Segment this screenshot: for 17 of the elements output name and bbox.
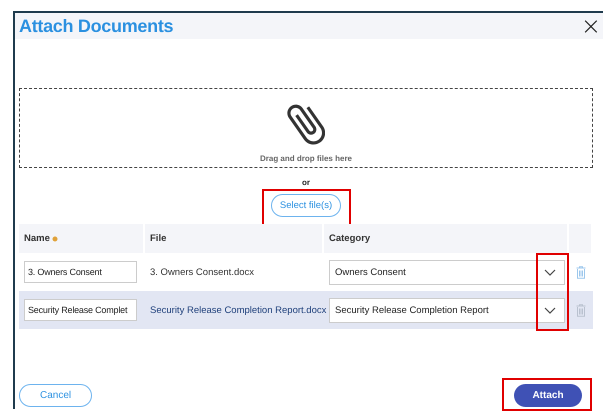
trash-icon[interactable] xyxy=(576,266,586,278)
name-field[interactable]: Security Release Complet xyxy=(24,299,137,321)
close-button[interactable]: × xyxy=(578,16,603,36)
category-dropdown[interactable]: Owners Consent xyxy=(329,260,565,284)
name-field[interactable]: 3. Owners Consent xyxy=(24,261,137,283)
file-name: Security Release Completion Report.docx xyxy=(150,304,326,316)
drop-hint: Drag and drop files here xyxy=(260,154,352,163)
or-label: or xyxy=(301,178,311,187)
drop-zone[interactable]: Drag and drop files here xyxy=(19,88,593,168)
attach-button[interactable]: Attach xyxy=(514,384,582,407)
chevron-icon xyxy=(544,306,556,314)
trash-icon[interactable] xyxy=(576,304,586,316)
file-name: 3. Owners Consent.docx xyxy=(150,266,254,278)
chevron-icon xyxy=(544,268,556,276)
table-row[interactable]: Security Release Complet Security Release Completion Report.docx Security Release Completion Report xyxy=(19,291,593,329)
category-dropdown[interactable]: Security Release Completion Report xyxy=(329,298,565,322)
dialog-title: Attach Documents xyxy=(19,16,174,36)
